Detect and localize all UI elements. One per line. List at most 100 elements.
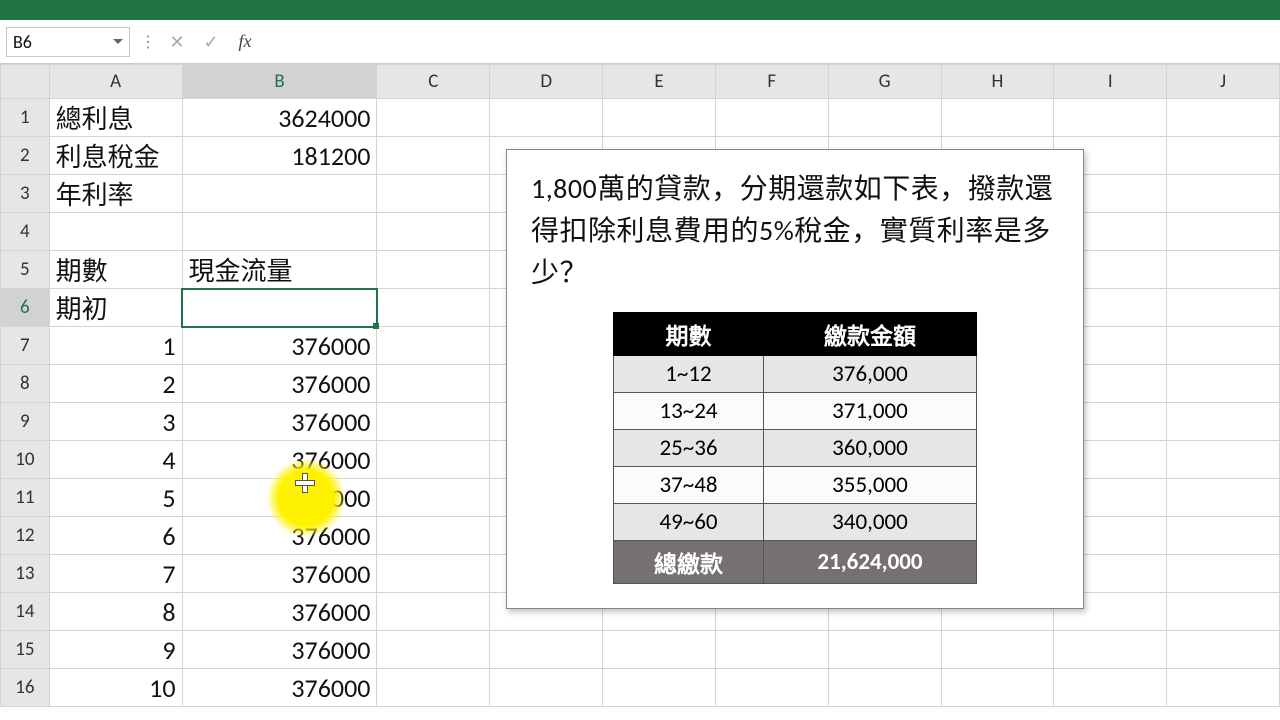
cell-A6[interactable]: 期初: [49, 289, 182, 327]
cell-D1[interactable]: [490, 99, 603, 137]
cell-J8[interactable]: [1167, 365, 1280, 403]
cell-C7[interactable]: [377, 327, 490, 365]
cell-B5[interactable]: 現金流量: [182, 251, 377, 289]
cell-B8[interactable]: 376000: [182, 365, 377, 403]
row-header-8[interactable]: 8: [1, 365, 50, 403]
cell-C5[interactable]: [377, 251, 490, 289]
cell-G15[interactable]: [828, 631, 941, 669]
cell-H15[interactable]: [941, 631, 1054, 669]
cell-C9[interactable]: [377, 403, 490, 441]
row-header-12[interactable]: 12: [1, 517, 50, 555]
cell-B2[interactable]: 181200: [182, 137, 377, 175]
cell-B14[interactable]: 376000: [182, 593, 377, 631]
cell-J15[interactable]: [1167, 631, 1280, 669]
cell-J16[interactable]: [1167, 669, 1280, 707]
col-header-F[interactable]: F: [715, 65, 828, 99]
cell-A3[interactable]: 年利率: [49, 175, 182, 213]
row-header-1[interactable]: 1: [1, 99, 50, 137]
cell-A5[interactable]: 期數: [49, 251, 182, 289]
cell-I1[interactable]: [1054, 99, 1167, 137]
cell-A7[interactable]: 1: [49, 327, 182, 365]
cell-A16[interactable]: 10: [49, 669, 182, 707]
cell-A8[interactable]: 2: [49, 365, 182, 403]
cell-F16[interactable]: [715, 669, 828, 707]
cell-C14[interactable]: [377, 593, 490, 631]
cell-C13[interactable]: [377, 555, 490, 593]
row-header-2[interactable]: 2: [1, 137, 50, 175]
col-header-B[interactable]: B: [182, 65, 377, 99]
row-header-10[interactable]: 10: [1, 441, 50, 479]
col-header-G[interactable]: G: [828, 65, 941, 99]
row-header-9[interactable]: 9: [1, 403, 50, 441]
cell-E16[interactable]: [603, 669, 716, 707]
row-header-14[interactable]: 14: [1, 593, 50, 631]
cell-C15[interactable]: [377, 631, 490, 669]
cell-J9[interactable]: [1167, 403, 1280, 441]
fx-icon[interactable]: fx: [228, 27, 262, 57]
cell-C11[interactable]: [377, 479, 490, 517]
cell-J11[interactable]: [1167, 479, 1280, 517]
cell-B16[interactable]: 376000: [182, 669, 377, 707]
cell-C1[interactable]: [377, 99, 490, 137]
row-header-4[interactable]: 4: [1, 213, 50, 251]
select-all-corner[interactable]: [1, 65, 50, 99]
cell-B11[interactable]: 376000: [182, 479, 377, 517]
cell-J5[interactable]: [1167, 251, 1280, 289]
col-header-D[interactable]: D: [490, 65, 603, 99]
cell-A14[interactable]: 8: [49, 593, 182, 631]
row-header-5[interactable]: 5: [1, 251, 50, 289]
cell-B4[interactable]: [182, 213, 377, 251]
cell-J4[interactable]: [1167, 213, 1280, 251]
cell-A13[interactable]: 7: [49, 555, 182, 593]
col-header-E[interactable]: E: [603, 65, 716, 99]
cell-J6[interactable]: [1167, 289, 1280, 327]
cell-J14[interactable]: [1167, 593, 1280, 631]
formula-input[interactable]: [262, 27, 1280, 57]
cell-A9[interactable]: 3: [49, 403, 182, 441]
col-header-A[interactable]: A: [49, 65, 182, 99]
cell-C3[interactable]: [377, 175, 490, 213]
cell-C6[interactable]: [377, 289, 490, 327]
cell-F15[interactable]: [715, 631, 828, 669]
cell-G1[interactable]: [828, 99, 941, 137]
cell-A15[interactable]: 9: [49, 631, 182, 669]
cell-J12[interactable]: [1167, 517, 1280, 555]
cell-A10[interactable]: 4: [49, 441, 182, 479]
cell-C8[interactable]: [377, 365, 490, 403]
spreadsheet-grid[interactable]: ABCDEFGHIJ1總利息36240002利息稅金1812003年利率45期數…: [0, 64, 1280, 720]
cell-H1[interactable]: [941, 99, 1054, 137]
col-header-C[interactable]: C: [377, 65, 490, 99]
cell-C2[interactable]: [377, 137, 490, 175]
cell-C16[interactable]: [377, 669, 490, 707]
col-header-J[interactable]: J: [1167, 65, 1280, 99]
cell-A12[interactable]: 6: [49, 517, 182, 555]
col-header-I[interactable]: I: [1054, 65, 1167, 99]
cell-A11[interactable]: 5: [49, 479, 182, 517]
row-header-3[interactable]: 3: [1, 175, 50, 213]
cell-D15[interactable]: [490, 631, 603, 669]
cell-A4[interactable]: [49, 213, 182, 251]
cell-B12[interactable]: 376000: [182, 517, 377, 555]
cell-B9[interactable]: 376000: [182, 403, 377, 441]
row-header-11[interactable]: 11: [1, 479, 50, 517]
cell-F1[interactable]: [715, 99, 828, 137]
cell-B10[interactable]: 376000: [182, 441, 377, 479]
row-header-15[interactable]: 15: [1, 631, 50, 669]
cell-J1[interactable]: [1167, 99, 1280, 137]
name-box[interactable]: B6: [6, 27, 130, 57]
cell-C4[interactable]: [377, 213, 490, 251]
row-header-13[interactable]: 13: [1, 555, 50, 593]
row-header-7[interactable]: 7: [1, 327, 50, 365]
cell-B15[interactable]: 376000: [182, 631, 377, 669]
cell-D16[interactable]: [490, 669, 603, 707]
cell-J10[interactable]: [1167, 441, 1280, 479]
cell-C10[interactable]: [377, 441, 490, 479]
cell-G16[interactable]: [828, 669, 941, 707]
cell-E1[interactable]: [603, 99, 716, 137]
cell-C12[interactable]: [377, 517, 490, 555]
cell-B13[interactable]: 376000: [182, 555, 377, 593]
cell-B6[interactable]: [182, 289, 377, 327]
cell-E15[interactable]: [603, 631, 716, 669]
cell-B1[interactable]: 3624000: [182, 99, 377, 137]
cell-H16[interactable]: [941, 669, 1054, 707]
